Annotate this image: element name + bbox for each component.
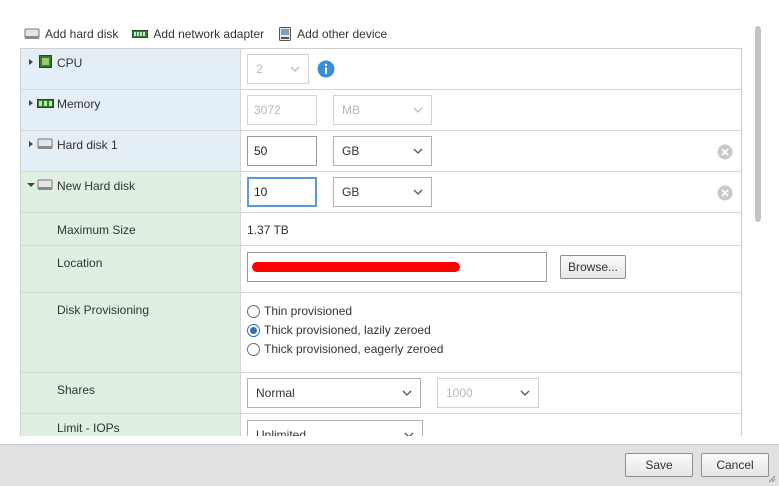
new-hard-disk-size-value: 10 (254, 185, 268, 199)
expander-down-icon[interactable] (26, 180, 36, 190)
thick-eagerly-zeroed-label: Thick provisioned, eagerly zeroed (264, 342, 444, 356)
disk-provisioning-label: Disk Provisioning (57, 303, 150, 317)
hard-disk-1-label-cell: Hard disk 1 (21, 131, 241, 171)
hard-disk-1-size-value: 50 (254, 144, 268, 158)
add-hard-disk-label: Add hard disk (45, 27, 119, 41)
cpu-label: CPU (57, 56, 83, 70)
remove-icon[interactable] (717, 144, 733, 160)
dialog-footer: Save Cancel (0, 444, 779, 486)
disk-provisioning-label-cell: Disk Provisioning (21, 293, 241, 372)
thin-provisioned-radio[interactable] (247, 304, 260, 318)
hard-disk-icon (37, 179, 53, 190)
network-adapter-icon (132, 30, 149, 38)
cpu-icon (39, 55, 52, 68)
new-hard-disk-unit-select[interactable]: GB (333, 177, 432, 207)
shares-level-select[interactable]: Normal (247, 378, 421, 408)
hard-disk-icon (24, 28, 40, 39)
add-other-device-button[interactable]: Add other device (278, 26, 387, 42)
cpu-row: CPU 2 (21, 49, 741, 90)
expander-right-icon[interactable] (26, 57, 36, 67)
info-icon[interactable] (317, 60, 335, 78)
new-hard-disk-unit-value: GB (342, 185, 360, 199)
shares-amount-select[interactable]: 1000 (437, 378, 539, 408)
cancel-button[interactable]: Cancel (701, 453, 769, 477)
redacted-location-value (252, 262, 460, 272)
device-toolbar: Add hard disk Add network adapter Add ot… (24, 24, 401, 44)
chevron-down-icon (404, 432, 414, 436)
remove-icon[interactable] (717, 185, 733, 201)
hard-disk-1-unit-select[interactable]: GB (333, 136, 432, 166)
chevron-down-icon (413, 107, 423, 113)
add-network-adapter-button[interactable]: Add network adapter (132, 27, 264, 41)
new-hard-disk-label-cell: New Hard disk (21, 172, 241, 212)
chevron-down-icon (413, 189, 423, 195)
add-network-adapter-label: Add network adapter (153, 27, 265, 41)
memory-size-value: 3072 (254, 103, 281, 117)
shares-label: Shares (57, 383, 96, 397)
hard-disk-1-row: Hard disk 1 50 GB (21, 131, 741, 172)
maximum-size-row: Maximum Size 1.37 TB (21, 213, 741, 246)
chevron-down-icon (413, 148, 423, 154)
memory-label-cell: Memory (21, 90, 241, 130)
shares-label-cell: Shares (21, 373, 241, 413)
limit-iops-value: Unlimited (256, 428, 307, 436)
maximum-size-value: 1.37 TB (247, 223, 289, 237)
cpu-count-select[interactable]: 2 (247, 54, 309, 84)
shares-level-value: Normal (256, 386, 295, 400)
thick-eagerly-zeroed-radio[interactable] (247, 342, 260, 356)
add-hard-disk-button[interactable]: Add hard disk (24, 27, 118, 41)
scrollbar-thumb[interactable] (755, 26, 761, 222)
hard-disk-icon (37, 138, 53, 149)
location-input[interactable] (247, 252, 547, 282)
thin-provisioned-label: Thin provisioned (264, 304, 353, 318)
location-row: Location Browse... (21, 246, 741, 293)
maximum-size-label: Maximum Size (57, 223, 136, 237)
expander-right-icon[interactable] (26, 139, 36, 149)
chevron-down-icon (402, 390, 412, 396)
limit-iops-label-cell: Limit - IOPs (21, 414, 241, 436)
location-label: Location (57, 256, 103, 270)
limit-iops-row: Limit - IOPs Unlimited (21, 414, 741, 436)
chevron-down-icon (520, 390, 530, 396)
thick-lazily-zeroed-option[interactable]: Thick provisioned, lazily zeroed (247, 321, 431, 339)
memory-icon (37, 99, 54, 108)
memory-unit-value: MB (342, 103, 360, 117)
new-hard-disk-size-input[interactable]: 10 (247, 177, 317, 207)
cpu-label-cell: CPU (21, 49, 241, 89)
memory-row: Memory 3072 MB (21, 90, 741, 131)
add-other-device-label: Add other device (297, 27, 388, 41)
shares-row: Shares Normal 1000 (21, 373, 741, 414)
location-label-cell: Location (21, 246, 241, 292)
memory-unit-select[interactable]: MB (333, 95, 432, 125)
save-button[interactable]: Save (625, 453, 693, 477)
thin-provisioned-option[interactable]: Thin provisioned (247, 302, 352, 320)
browse-button[interactable]: Browse... (560, 255, 626, 279)
cpu-count-value: 2 (256, 62, 263, 76)
thick-eagerly-zeroed-option[interactable]: Thick provisioned, eagerly zeroed (247, 340, 443, 358)
memory-size-input[interactable]: 3072 (247, 95, 317, 125)
new-hard-disk-row: New Hard disk 10 GB (21, 172, 741, 213)
shares-amount-value: 1000 (446, 386, 473, 400)
hardware-settings-panel: CPU 2 Memory 3072 MB Hard disk 1 50 GB N… (20, 48, 742, 436)
limit-iops-select[interactable]: Unlimited (247, 420, 423, 436)
maximum-size-label-cell: Maximum Size (21, 213, 241, 245)
disk-provisioning-options: Thin provisioned Thick provisioned, lazi… (247, 293, 741, 372)
resize-grip-icon[interactable] (768, 475, 776, 483)
disk-provisioning-row: Disk Provisioning Thin provisioned Thick… (21, 293, 741, 373)
limit-iops-label: Limit - IOPs (57, 421, 120, 435)
expander-right-icon[interactable] (26, 98, 36, 108)
memory-label: Memory (57, 97, 101, 111)
thick-lazily-zeroed-radio[interactable] (247, 323, 260, 337)
vertical-scrollbar[interactable] (752, 26, 764, 226)
device-icon (279, 27, 292, 41)
new-hard-disk-label: New Hard disk (57, 179, 136, 193)
hard-disk-1-label: Hard disk 1 (57, 138, 118, 152)
thick-lazily-zeroed-label: Thick provisioned, lazily zeroed (264, 323, 431, 337)
chevron-down-icon (290, 66, 300, 72)
hard-disk-1-size-input[interactable]: 50 (247, 136, 317, 166)
hard-disk-1-unit-value: GB (342, 144, 360, 158)
